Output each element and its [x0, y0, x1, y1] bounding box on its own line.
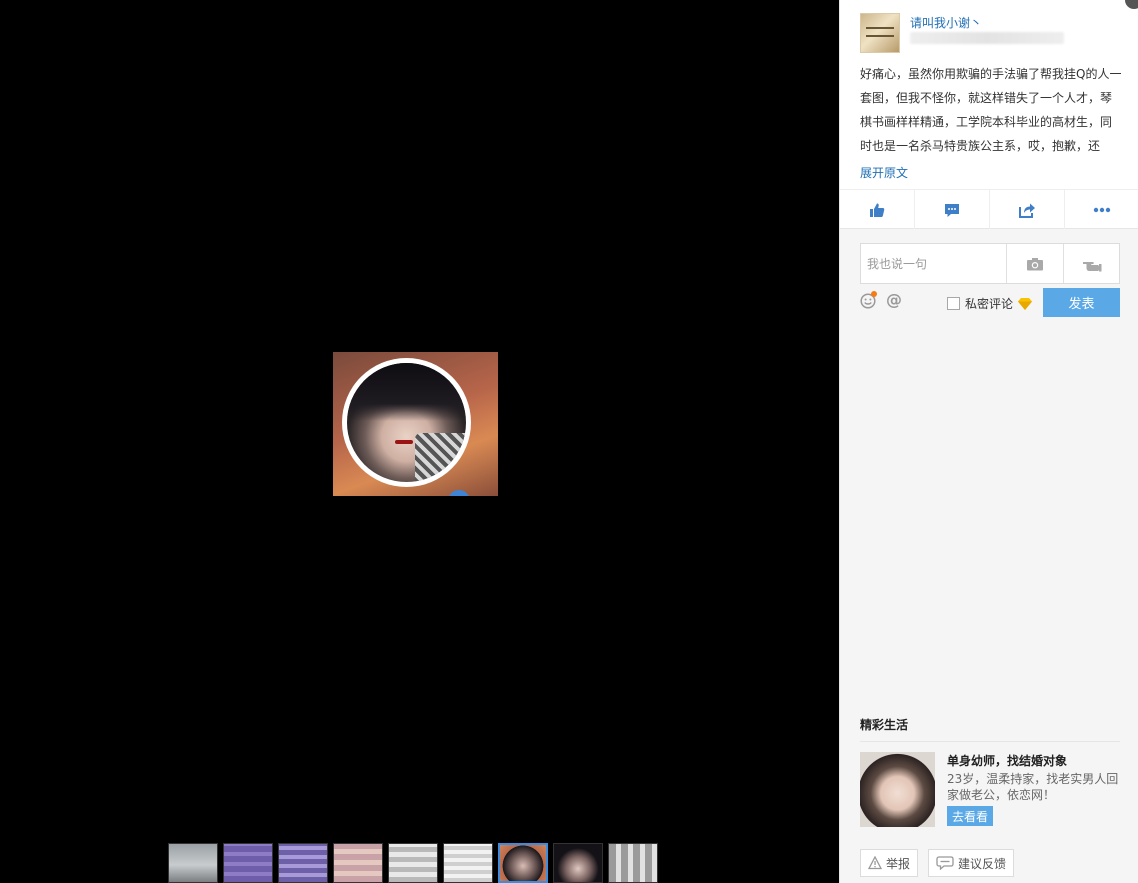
- thumbnail-item[interactable]: [223, 843, 273, 883]
- photo-upload-button[interactable]: [1006, 244, 1063, 283]
- main-photo[interactable]: [333, 352, 498, 496]
- action-bar: [840, 189, 1138, 229]
- ad-view-button[interactable]: 去看看: [947, 806, 993, 826]
- side-panel: 请叫我小谢丶 好痛心，虽然你用欺骗的手法骗了帮我挂Q的人一套图，但我不怪你，就这…: [839, 0, 1138, 883]
- comment-button[interactable]: [915, 190, 990, 229]
- thumbnail-item[interactable]: [333, 843, 383, 883]
- avatar[interactable]: [860, 13, 900, 53]
- close-icon[interactable]: [1125, 0, 1138, 9]
- section-title: 精彩生活: [860, 718, 909, 732]
- pointing-hand-icon: [1083, 261, 1102, 271]
- image-viewer: [0, 0, 839, 883]
- post-card: 请叫我小谢丶 好痛心，虽然你用欺骗的手法骗了帮我挂Q的人一套图，但我不怪你，就这…: [840, 0, 1138, 229]
- thumbnail-item[interactable]: [168, 843, 218, 883]
- thumbnail-item[interactable]: [278, 843, 328, 883]
- yellow-diamond-icon: [1018, 297, 1033, 310]
- feedback-button[interactable]: 建议反馈: [928, 849, 1015, 877]
- report-label: 举报: [886, 856, 911, 871]
- ad-photo[interactable]: [860, 752, 935, 827]
- mention-at-icon[interactable]: @: [886, 290, 902, 309]
- feedback-icon: [936, 856, 954, 870]
- thumbnail-item[interactable]: [388, 843, 438, 883]
- thumbnail-item[interactable]: [553, 843, 603, 883]
- comment-icon: [945, 203, 959, 217]
- portrait-hair: [347, 363, 466, 421]
- gesture-button[interactable]: [1063, 244, 1120, 283]
- more-button[interactable]: [1065, 190, 1138, 229]
- share-button[interactable]: [990, 190, 1065, 229]
- comment-box: [860, 243, 1120, 284]
- portrait-face: [347, 363, 466, 482]
- private-checkbox[interactable]: [947, 297, 960, 310]
- private-label: 私密评论: [965, 297, 1014, 311]
- ad-title[interactable]: 单身幼师，找结婚对象: [947, 752, 1067, 769]
- more-dots-icon: [1093, 207, 1111, 212]
- thumbnail-item-active[interactable]: [498, 843, 548, 883]
- username-link[interactable]: 请叫我小谢丶: [910, 14, 982, 31]
- blurred-meta: [910, 32, 1064, 44]
- divider: [860, 741, 1120, 742]
- comment-input[interactable]: [861, 244, 1006, 283]
- portrait-scarf: [415, 433, 466, 482]
- post-comment-button[interactable]: 发表: [1043, 288, 1120, 317]
- comment-tools: @ 私密评论 发表: [860, 288, 1120, 317]
- thumbnail-strip: [168, 843, 658, 883]
- portrait-lip: [395, 440, 413, 444]
- private-comment-toggle[interactable]: 私密评论: [947, 295, 1033, 312]
- notification-dot-icon: [871, 291, 877, 297]
- share-icon: [1019, 203, 1035, 218]
- thumbnail-item[interactable]: [443, 843, 493, 883]
- report-button[interactable]: 举报: [860, 849, 919, 877]
- like-button[interactable]: [840, 190, 915, 229]
- photo-badge-icon: [448, 490, 470, 496]
- feedback-label: 建议反馈: [958, 856, 1007, 871]
- camera-icon: [1027, 257, 1043, 270]
- emoji-button[interactable]: [860, 291, 877, 309]
- post-text: 好痛心，虽然你用欺骗的手法骗了帮我挂Q的人一套图，但我不怪你，就这样错失了一个人…: [860, 67, 1122, 153]
- ad-description: 23岁，温柔持家，找老实男人回家做老公，依恋网！: [947, 772, 1119, 802]
- thumbs-up-icon: [870, 203, 885, 217]
- thumbnail-item[interactable]: [608, 843, 658, 883]
- warning-icon: [868, 856, 882, 870]
- expand-text-link[interactable]: 展开原文: [860, 164, 908, 181]
